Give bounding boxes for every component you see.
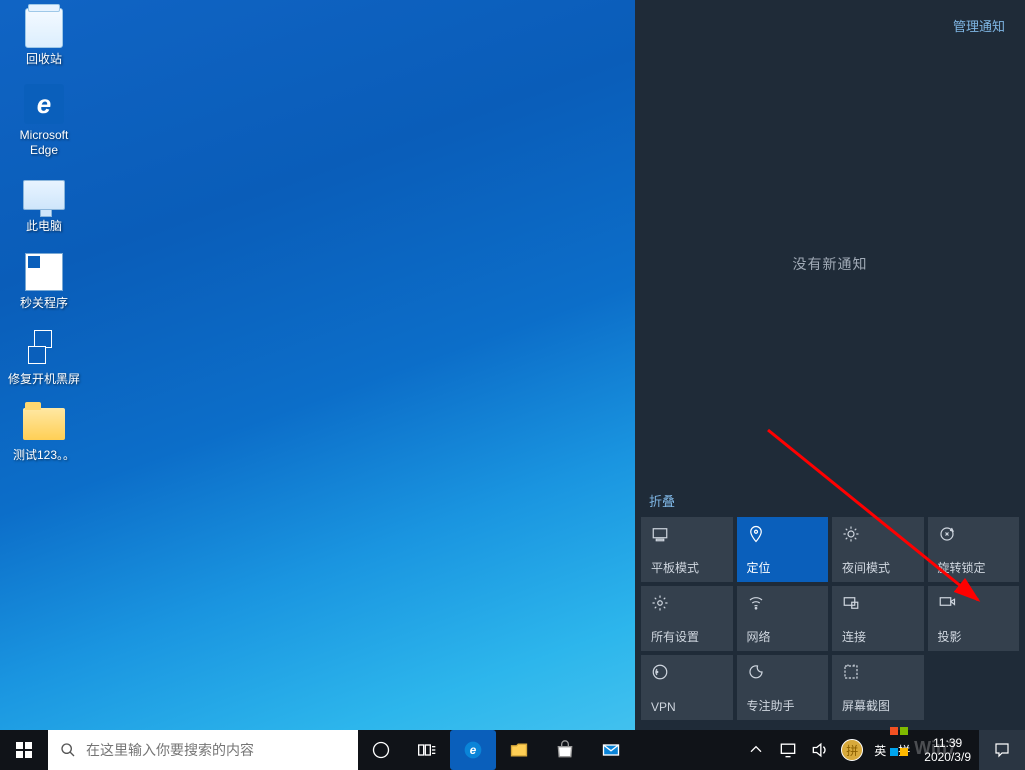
circle-icon bbox=[371, 740, 391, 760]
tile-label: 定位 bbox=[747, 559, 771, 576]
quick-action-connect[interactable]: 连接 bbox=[832, 586, 924, 651]
tile-label: 旋转锁定 bbox=[938, 559, 986, 576]
desktop-icon-recycle-bin[interactable]: 回收站 bbox=[6, 6, 82, 66]
connect-icon bbox=[842, 594, 860, 617]
app-icon bbox=[25, 253, 63, 291]
action-center-panel: 管理通知 没有新通知 折叠 平板模式 定位 夜间模式 旋转锁定所有设置 网络 连接 投影 VP… bbox=[635, 0, 1025, 730]
quick-action-all-settings[interactable]: 所有设置 bbox=[641, 586, 733, 651]
no-notifications-text: 没有新通知 bbox=[793, 254, 868, 274]
gear-icon bbox=[651, 594, 669, 617]
clock-date: 2020/3/9 bbox=[924, 750, 971, 764]
tray-ime-mode[interactable]: 拼 bbox=[892, 730, 916, 770]
folder-icon bbox=[23, 408, 65, 440]
quick-actions-grid: 平板模式 定位 夜间模式 旋转锁定所有设置 网络 连接 投影 VPN 专注助手 屏幕截图 bbox=[635, 517, 1025, 730]
search-icon bbox=[60, 742, 76, 758]
system-tray: 拼 英 拼 11:39 2020/3/9 bbox=[740, 730, 1025, 770]
quick-action-network[interactable]: 网络 bbox=[737, 586, 829, 651]
start-button[interactable] bbox=[0, 730, 48, 770]
notification-icon bbox=[993, 741, 1011, 759]
folder-icon bbox=[509, 740, 529, 760]
moon-icon bbox=[747, 663, 765, 686]
icon-label: Microsoft Edge bbox=[6, 128, 82, 157]
tile-label: 网络 bbox=[747, 628, 771, 645]
speaker-icon bbox=[810, 740, 830, 760]
desktop-icon-this-pc[interactable]: 此电脑 bbox=[6, 173, 82, 233]
tray-ime-badge[interactable]: 拼 bbox=[836, 730, 868, 770]
chevron-up-icon bbox=[746, 740, 766, 760]
app-icon bbox=[24, 328, 64, 368]
tile-label: VPN bbox=[651, 700, 676, 714]
icon-label: 秒关程序 bbox=[20, 296, 68, 310]
location-icon bbox=[747, 525, 765, 548]
tile-label: 屏幕截图 bbox=[842, 697, 890, 714]
desktop-icon-edge[interactable]: e Microsoft Edge bbox=[6, 82, 82, 157]
wifi-icon bbox=[747, 594, 765, 617]
action-center-button[interactable] bbox=[979, 730, 1025, 770]
tile-label: 专注助手 bbox=[747, 697, 795, 714]
desktop-icon-sec-close[interactable]: 秒关程序 bbox=[6, 250, 82, 310]
taskbar-store[interactable] bbox=[542, 730, 588, 770]
snip-icon bbox=[842, 663, 860, 686]
desktop-icon-test-folder[interactable]: 测试123。。 bbox=[6, 402, 82, 462]
taskbar-edge[interactable]: e bbox=[450, 730, 496, 770]
tile-label: 连接 bbox=[842, 628, 866, 645]
icon-label: 此电脑 bbox=[26, 219, 62, 233]
quick-action-screen-snip[interactable]: 屏幕截图 bbox=[832, 655, 924, 720]
tile-label: 所有设置 bbox=[651, 628, 699, 645]
recycle-bin-icon bbox=[25, 8, 63, 48]
taskbar-explorer[interactable] bbox=[496, 730, 542, 770]
quick-action-vpn[interactable]: VPN bbox=[641, 655, 733, 720]
monitor-icon bbox=[778, 740, 798, 760]
search-input[interactable] bbox=[86, 742, 346, 758]
svg-text:e: e bbox=[470, 744, 477, 757]
action-center-header: 管理通知 bbox=[635, 0, 1025, 36]
mail-icon bbox=[601, 740, 621, 760]
quick-action-tablet-mode[interactable]: 平板模式 bbox=[641, 517, 733, 582]
tray-clock[interactable]: 11:39 2020/3/9 bbox=[916, 736, 979, 765]
cortana-button[interactable] bbox=[358, 730, 404, 770]
tile-label: 投影 bbox=[938, 628, 962, 645]
icon-label: 修复开机黑屏 bbox=[8, 372, 80, 386]
tile-label: 夜间模式 bbox=[842, 559, 890, 576]
tray-network[interactable] bbox=[772, 730, 804, 770]
manage-notifications-link[interactable]: 管理通知 bbox=[953, 19, 1005, 34]
icon-label: 回收站 bbox=[26, 52, 62, 66]
quick-action-rotation-lock[interactable]: 旋转锁定 bbox=[928, 517, 1020, 582]
ime-icon: 拼 bbox=[841, 739, 863, 761]
taskbar: e 拼 英 拼 11:39 2020/3/9 bbox=[0, 730, 1025, 770]
taskbar-mail[interactable] bbox=[588, 730, 634, 770]
quick-action-night-light[interactable]: 夜间模式 bbox=[832, 517, 924, 582]
rotation-icon bbox=[938, 525, 956, 548]
project-icon bbox=[938, 594, 956, 617]
tile-label: 平板模式 bbox=[651, 559, 699, 576]
vpn-icon bbox=[651, 663, 669, 686]
desktop-icon-fix-boot[interactable]: 修复开机黑屏 bbox=[6, 326, 82, 386]
taskbar-search[interactable] bbox=[48, 730, 358, 770]
tray-volume[interactable] bbox=[804, 730, 836, 770]
collapse-link[interactable]: 折叠 bbox=[649, 494, 675, 509]
tray-overflow[interactable] bbox=[740, 730, 772, 770]
quick-action-empty bbox=[928, 655, 1020, 720]
quick-action-focus-assist[interactable]: 专注助手 bbox=[737, 655, 829, 720]
store-icon bbox=[555, 740, 575, 760]
sun-icon bbox=[842, 525, 860, 548]
edge-icon: e bbox=[24, 84, 64, 124]
windows-icon bbox=[16, 742, 32, 758]
quick-action-project[interactable]: 投影 bbox=[928, 586, 1020, 651]
task-view-button[interactable] bbox=[404, 730, 450, 770]
notifications-empty: 没有新通知 bbox=[635, 36, 1025, 491]
tablet-icon bbox=[651, 525, 669, 548]
icon-label: 测试123。。 bbox=[13, 448, 75, 462]
tray-ime-lang[interactable]: 英 bbox=[868, 730, 892, 770]
pc-icon bbox=[23, 180, 65, 210]
task-view-icon bbox=[417, 740, 437, 760]
clock-time: 11:39 bbox=[933, 736, 962, 750]
quick-action-location[interactable]: 定位 bbox=[737, 517, 829, 582]
edge-icon: e bbox=[463, 740, 483, 760]
desktop-icons: 回收站 e Microsoft Edge 此电脑 秒关程序 修复开机黑屏 测试1… bbox=[6, 6, 86, 479]
